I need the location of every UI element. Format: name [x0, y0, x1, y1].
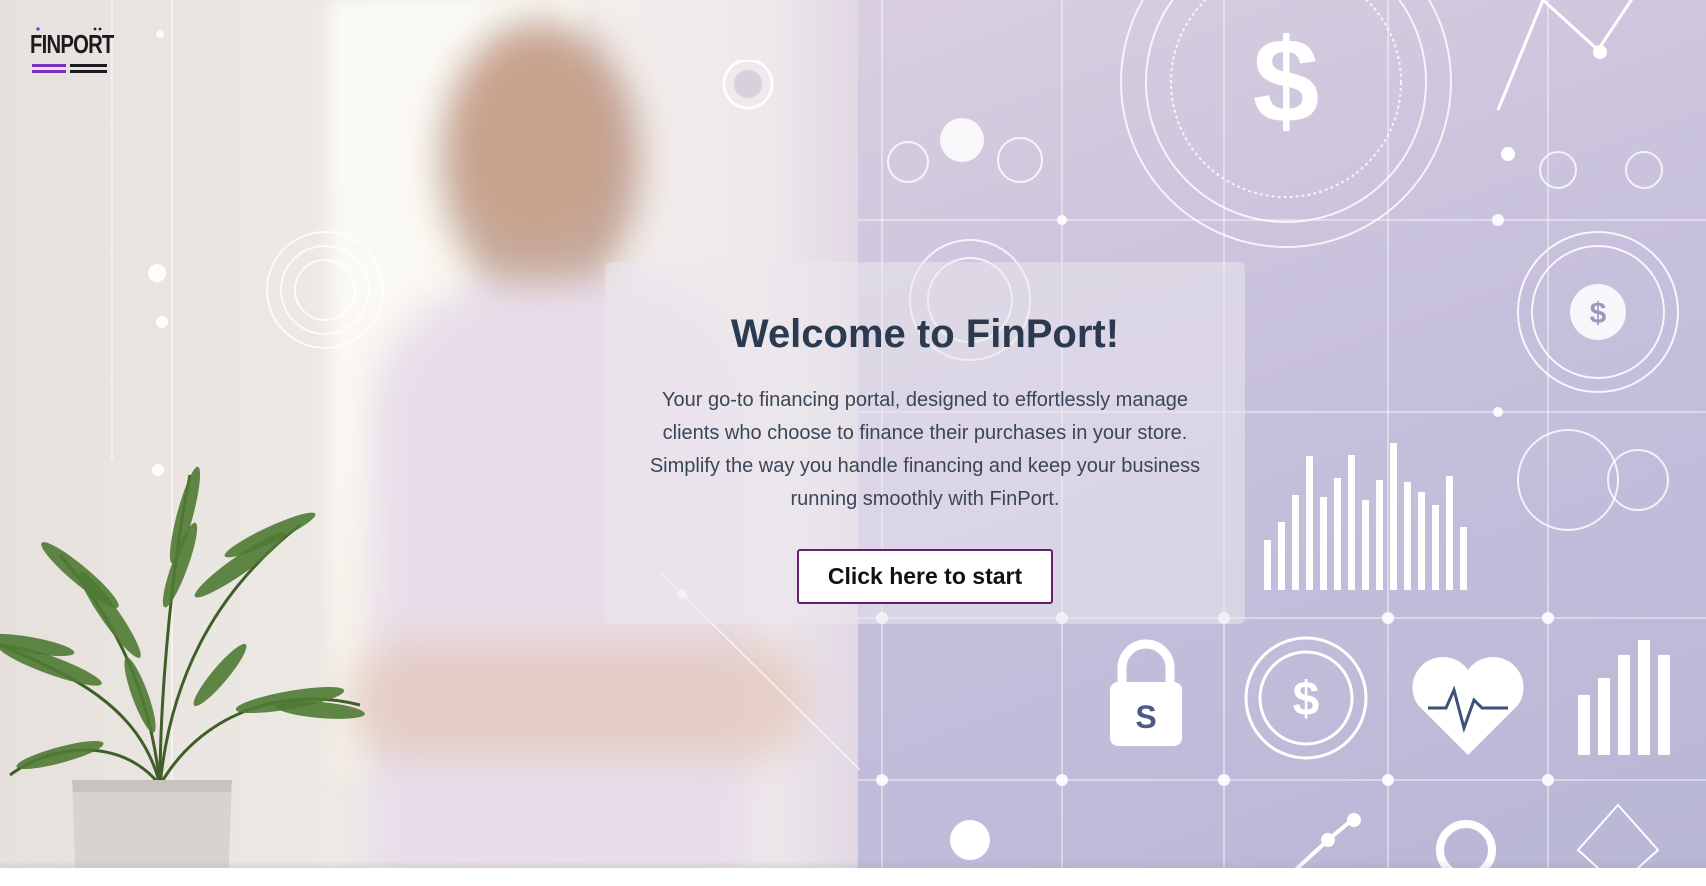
hero-title: Welcome to FinPort!: [730, 312, 1120, 356]
logo-underline-icon: [32, 64, 107, 73]
counter-surface: [0, 868, 1706, 886]
start-button[interactable]: Click here to start: [797, 549, 1053, 604]
hero-description: Your go-to financing portal, designed to…: [649, 389, 1201, 510]
svg-text:$: $: [1253, 14, 1320, 148]
svg-text:S: S: [1135, 699, 1156, 735]
landing-page: $ $ S $ FINPORT Welcome to FinPort! Your…: [0, 0, 1706, 886]
svg-text:$: $: [1293, 673, 1320, 726]
logo-text: FINPORT: [30, 29, 114, 59]
svg-text:$: $: [1590, 297, 1607, 330]
finport-logo[interactable]: FINPORT: [30, 26, 114, 76]
potted-plant: [0, 466, 365, 886]
hero-panel: Welcome to FinPort! Your go-to financing…: [605, 262, 1245, 624]
